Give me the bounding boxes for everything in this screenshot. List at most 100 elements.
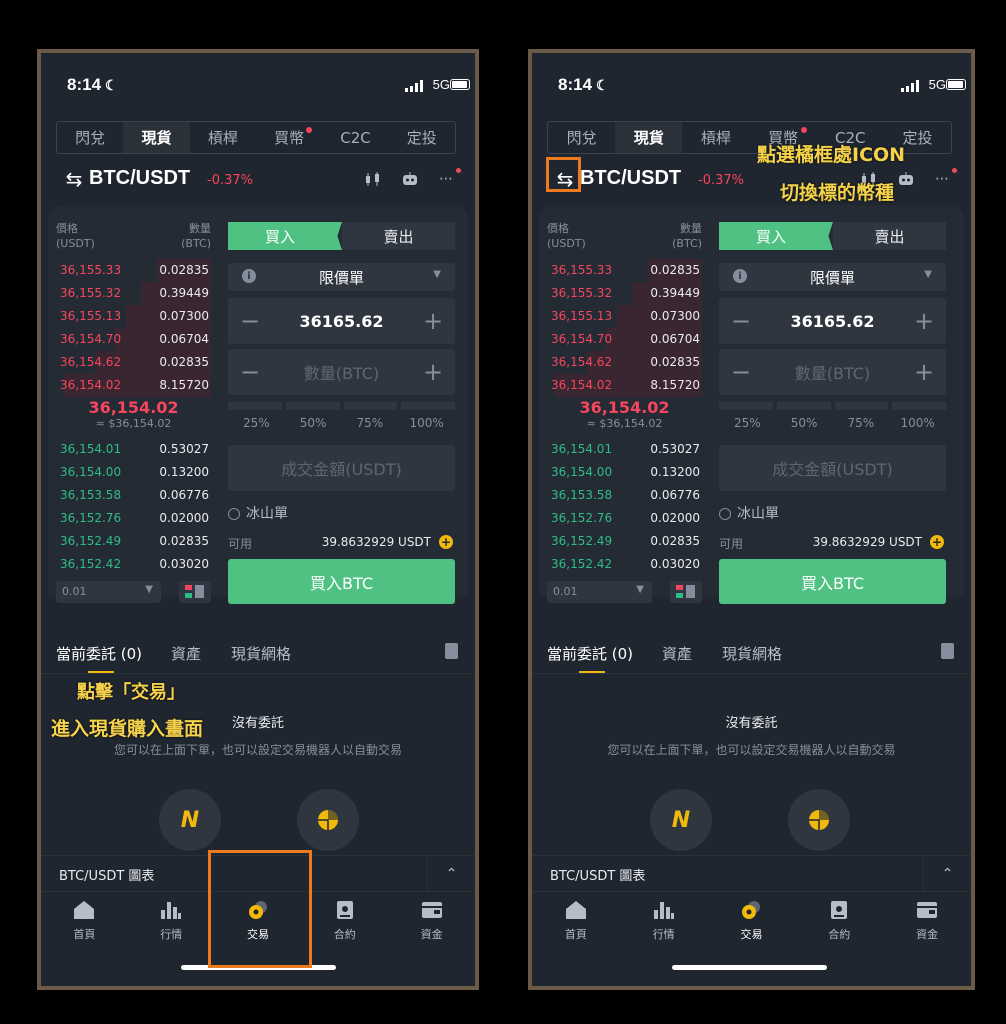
depth-select[interactable]: 0.01 ▼ bbox=[56, 581, 161, 603]
more-icon[interactable]: ⋯ bbox=[435, 168, 461, 188]
bid-row[interactable]: 36,152.42 0.03020 bbox=[56, 553, 211, 576]
bid-row[interactable]: 36,152.49 0.02835 bbox=[56, 530, 211, 553]
candlestick-chart-icon[interactable] bbox=[363, 170, 385, 188]
rebalance-bot-icon[interactable] bbox=[788, 789, 850, 851]
tab-open-orders[interactable]: 當前委託 (0) bbox=[56, 643, 142, 674]
nav-home[interactable]: 首頁 bbox=[532, 894, 620, 944]
bid-row[interactable]: 36,154.01 0.53027 bbox=[547, 438, 702, 461]
percent-slider[interactable] bbox=[719, 402, 946, 410]
grid-bot-icon[interactable]: N bbox=[159, 789, 221, 851]
bid-row[interactable]: 36,152.49 0.02835 bbox=[547, 530, 702, 553]
order-type-select[interactable]: i 限價單 ▼ bbox=[228, 263, 455, 291]
iceberg-option[interactable]: 冰山單 bbox=[719, 503, 946, 523]
radio-icon[interactable] bbox=[719, 508, 731, 520]
tab-spot-grid[interactable]: 現貨網格 bbox=[231, 643, 291, 664]
percent-75[interactable]: 75% bbox=[342, 416, 399, 432]
rebalance-bot-icon[interactable] bbox=[297, 789, 359, 851]
bid-row[interactable]: 36,152.76 0.02000 bbox=[56, 507, 211, 530]
ask-row[interactable]: 36,154.70 0.06704 bbox=[547, 328, 702, 351]
swap-pair-icon[interactable]: ⇆ bbox=[61, 167, 87, 191]
ask-row[interactable]: 36,155.33 0.02835 bbox=[56, 259, 211, 282]
percent-75[interactable]: 75% bbox=[833, 416, 890, 432]
document-icon[interactable] bbox=[941, 643, 954, 659]
total-input[interactable]: 成交金額(USDT) bbox=[719, 445, 946, 491]
tab-spot[interactable]: 現貨 bbox=[123, 122, 190, 153]
tab-open-orders[interactable]: 當前委託 (0) bbox=[547, 643, 633, 674]
percent-50[interactable]: 50% bbox=[285, 416, 342, 432]
percent-100[interactable]: 100% bbox=[889, 416, 946, 432]
nav-wallet[interactable]: 資金 bbox=[883, 894, 971, 944]
bot-icon[interactable] bbox=[895, 170, 917, 188]
tab-buy-crypto[interactable]: 買幣 bbox=[256, 122, 322, 153]
bid-row[interactable]: 36,154.00 0.13200 bbox=[547, 461, 702, 484]
percent-25[interactable]: 25% bbox=[228, 416, 285, 432]
tab-spot[interactable]: 現貨 bbox=[615, 122, 683, 153]
nav-home[interactable]: 首頁 bbox=[41, 894, 128, 944]
orderbook-layout-icon[interactable] bbox=[670, 581, 702, 603]
tab-assets[interactable]: 資產 bbox=[171, 643, 201, 664]
last-price[interactable]: 36,154.02 ≈ $36,154.02 bbox=[547, 398, 702, 430]
tab-c2c[interactable]: C2C bbox=[322, 122, 388, 153]
percent-50[interactable]: 50% bbox=[776, 416, 833, 432]
amount-input[interactable]: 數量(BTC) bbox=[763, 360, 902, 384]
order-type-select[interactable]: i 限價單 ▼ bbox=[719, 263, 946, 291]
ask-row[interactable]: 36,154.02 8.15720 bbox=[56, 374, 211, 397]
grid-bot-icon[interactable]: N bbox=[650, 789, 712, 851]
bid-row[interactable]: 36,153.58 0.06776 bbox=[56, 484, 211, 507]
sell-tab[interactable]: 賣出 bbox=[342, 222, 455, 250]
plus-icon[interactable]: + bbox=[411, 307, 455, 335]
info-icon[interactable]: i bbox=[242, 269, 256, 283]
bid-row[interactable]: 36,154.00 0.13200 bbox=[56, 461, 211, 484]
percent-slider[interactable] bbox=[228, 402, 455, 410]
ask-row[interactable]: 36,155.32 0.39449 bbox=[56, 282, 211, 305]
plus-icon[interactable]: + bbox=[411, 358, 455, 386]
plus-icon[interactable]: + bbox=[902, 358, 946, 386]
chart-toggle-bar[interactable]: BTC/USDT 圖表 ⌃ bbox=[532, 855, 971, 892]
chevron-up-icon[interactable]: ⌃ bbox=[427, 856, 475, 892]
tab-convert[interactable]: 閃兌 bbox=[57, 122, 123, 153]
amount-input[interactable]: 數量(BTC) bbox=[272, 360, 411, 384]
bid-row[interactable]: 36,152.76 0.02000 bbox=[547, 507, 702, 530]
ask-row[interactable]: 36,155.13 0.07300 bbox=[547, 305, 702, 328]
minus-icon[interactable]: − bbox=[228, 358, 272, 386]
pair-name[interactable]: BTC/USDT bbox=[89, 167, 190, 190]
info-icon[interactable]: i bbox=[733, 269, 747, 283]
pair-name[interactable]: BTC/USDT bbox=[580, 167, 681, 190]
add-funds-icon[interactable]: + bbox=[930, 535, 944, 549]
ask-row[interactable]: 36,154.62 0.02835 bbox=[56, 351, 211, 374]
buy-tab[interactable]: 買入 bbox=[719, 222, 833, 250]
bid-row[interactable]: 36,154.01 0.53027 bbox=[56, 438, 211, 461]
more-icon[interactable]: ⋯ bbox=[931, 168, 957, 188]
minus-icon[interactable]: − bbox=[719, 358, 763, 386]
ask-row[interactable]: 36,154.62 0.02835 bbox=[547, 351, 702, 374]
depth-select[interactable]: 0.01 ▼ bbox=[547, 581, 652, 603]
tab-auto-invest[interactable]: 定投 bbox=[389, 122, 455, 153]
tab-margin[interactable]: 槓桿 bbox=[682, 122, 749, 153]
tab-margin[interactable]: 槓桿 bbox=[190, 122, 256, 153]
minus-icon[interactable]: − bbox=[228, 307, 272, 335]
percent-100[interactable]: 100% bbox=[398, 416, 455, 432]
nav-markets[interactable]: 行情 bbox=[128, 894, 215, 944]
total-input[interactable]: 成交金額(USDT) bbox=[228, 445, 455, 491]
nav-futures[interactable]: 合約 bbox=[301, 894, 388, 944]
orderbook-layout-icon[interactable] bbox=[179, 581, 211, 603]
buy-btc-button[interactable]: 買入BTC bbox=[228, 559, 455, 604]
last-price[interactable]: 36,154.02 ≈ $36,154.02 bbox=[56, 398, 211, 430]
price-input[interactable]: 36165.62 bbox=[763, 312, 902, 331]
plus-icon[interactable]: + bbox=[902, 307, 946, 335]
buy-tab[interactable]: 買入 bbox=[228, 222, 342, 250]
bot-icon[interactable] bbox=[399, 170, 421, 188]
ask-row[interactable]: 36,155.13 0.07300 bbox=[56, 305, 211, 328]
tab-spot-grid[interactable]: 現貨網格 bbox=[722, 643, 782, 664]
buy-btc-button[interactable]: 買入BTC bbox=[719, 559, 946, 604]
add-funds-icon[interactable]: + bbox=[439, 535, 453, 549]
price-input[interactable]: 36165.62 bbox=[272, 312, 411, 331]
ask-row[interactable]: 36,155.32 0.39449 bbox=[547, 282, 702, 305]
nav-markets[interactable]: 行情 bbox=[620, 894, 708, 944]
ask-row[interactable]: 36,154.02 8.15720 bbox=[547, 374, 702, 397]
nav-trade[interactable]: 交易 bbox=[708, 894, 796, 944]
tab-assets[interactable]: 資產 bbox=[662, 643, 692, 664]
ask-row[interactable]: 36,154.70 0.06704 bbox=[56, 328, 211, 351]
chevron-up-icon[interactable]: ⌃ bbox=[923, 856, 971, 892]
ask-row[interactable]: 36,155.33 0.02835 bbox=[547, 259, 702, 282]
